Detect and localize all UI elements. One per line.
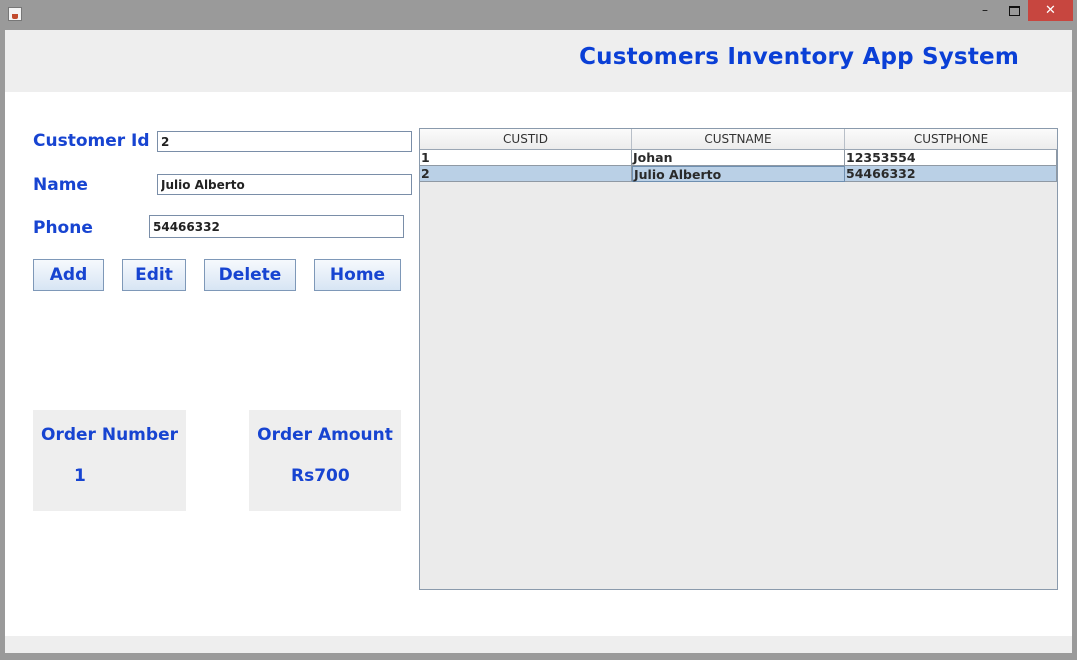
app-window: Customers Inventory App System Customer … xyxy=(5,30,1072,653)
table-cell[interactable]: Johan xyxy=(632,150,845,166)
order-amount-title: Order Amount xyxy=(257,425,393,445)
home-button[interactable]: Home xyxy=(314,259,401,291)
edit-button[interactable]: Edit xyxy=(122,259,186,291)
app-title: Customers Inventory App System xyxy=(579,44,1019,70)
order-number-title: Order Number xyxy=(41,425,178,445)
customer-id-label: Customer Id xyxy=(33,131,150,151)
table-header: CUSTID CUSTNAME CUSTPHONE xyxy=(420,129,1057,150)
column-header-custname[interactable]: CUSTNAME xyxy=(632,129,845,149)
footer-panel xyxy=(5,636,1072,653)
table-row[interactable]: 1 Johan 12353554 xyxy=(420,150,1057,166)
delete-button[interactable]: Delete xyxy=(204,259,296,291)
maximize-button[interactable] xyxy=(1000,0,1028,21)
window-title-bar: – ✕ xyxy=(0,0,1077,30)
table-cell[interactable]: 12353554 xyxy=(845,150,1057,166)
table-row-selected[interactable]: 2 Julio Alberto 54466332 xyxy=(420,166,1057,182)
order-amount-panel: Order Amount Rs700 xyxy=(249,410,401,511)
table-cell[interactable]: 2 xyxy=(420,166,632,182)
column-header-custid[interactable]: CUSTID xyxy=(420,129,632,149)
header-panel: Customers Inventory App System xyxy=(5,30,1072,92)
phone-label: Phone xyxy=(33,218,93,238)
column-header-custphone[interactable]: CUSTPHONE xyxy=(845,129,1057,149)
table-cell[interactable]: 1 xyxy=(420,150,632,166)
maximize-icon xyxy=(1008,6,1020,16)
customers-table[interactable]: CUSTID CUSTNAME CUSTPHONE 1 Johan 123535… xyxy=(419,128,1058,590)
order-number-panel: Order Number 1 xyxy=(33,410,186,511)
order-number-value: 1 xyxy=(74,466,86,486)
table-cell[interactable]: 54466332 xyxy=(845,166,1057,182)
name-field[interactable] xyxy=(157,174,412,195)
name-label: Name xyxy=(33,175,88,195)
phone-field[interactable] xyxy=(149,215,404,238)
minimize-button[interactable]: – xyxy=(970,0,1000,21)
table-cell-focused[interactable]: Julio Alberto xyxy=(632,166,845,182)
add-button[interactable]: Add xyxy=(33,259,104,291)
customer-id-field[interactable] xyxy=(157,131,412,152)
java-cup-icon xyxy=(8,7,22,21)
order-amount-value: Rs700 xyxy=(291,466,350,486)
close-button[interactable]: ✕ xyxy=(1028,0,1073,21)
